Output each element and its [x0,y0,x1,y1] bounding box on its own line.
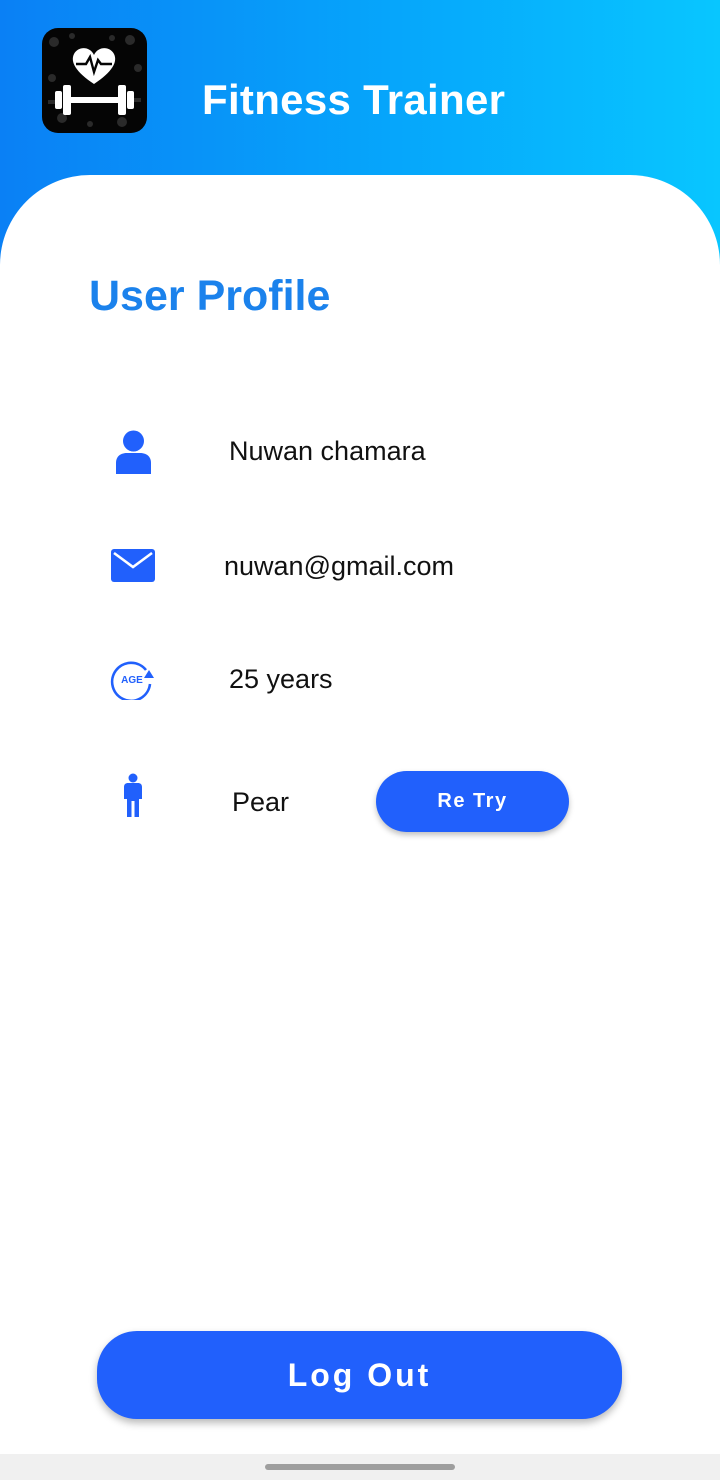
system-nav-bar [0,1454,720,1480]
user-email: nuwan@gmail.com [224,551,455,581]
person-icon [115,430,152,479]
app-title: Fitness Trainer [202,76,506,123]
retry-button[interactable]: Re Try [376,771,569,832]
user-age: 25 years [229,664,333,694]
user-body-type: Pear [232,787,290,817]
mail-icon [111,549,155,587]
age-icon: AGE [110,658,156,705]
user-name: Nuwan chamara [229,436,426,466]
heart-dumbbell-icon [42,28,147,133]
age-icon-label: AGE [121,675,143,686]
page-title: User Profile [89,272,331,320]
body-figure-icon [121,773,145,822]
profile-card [0,175,720,1455]
home-gesture-handle[interactable] [265,1464,455,1470]
logout-button[interactable]: Log Out [97,1331,622,1419]
